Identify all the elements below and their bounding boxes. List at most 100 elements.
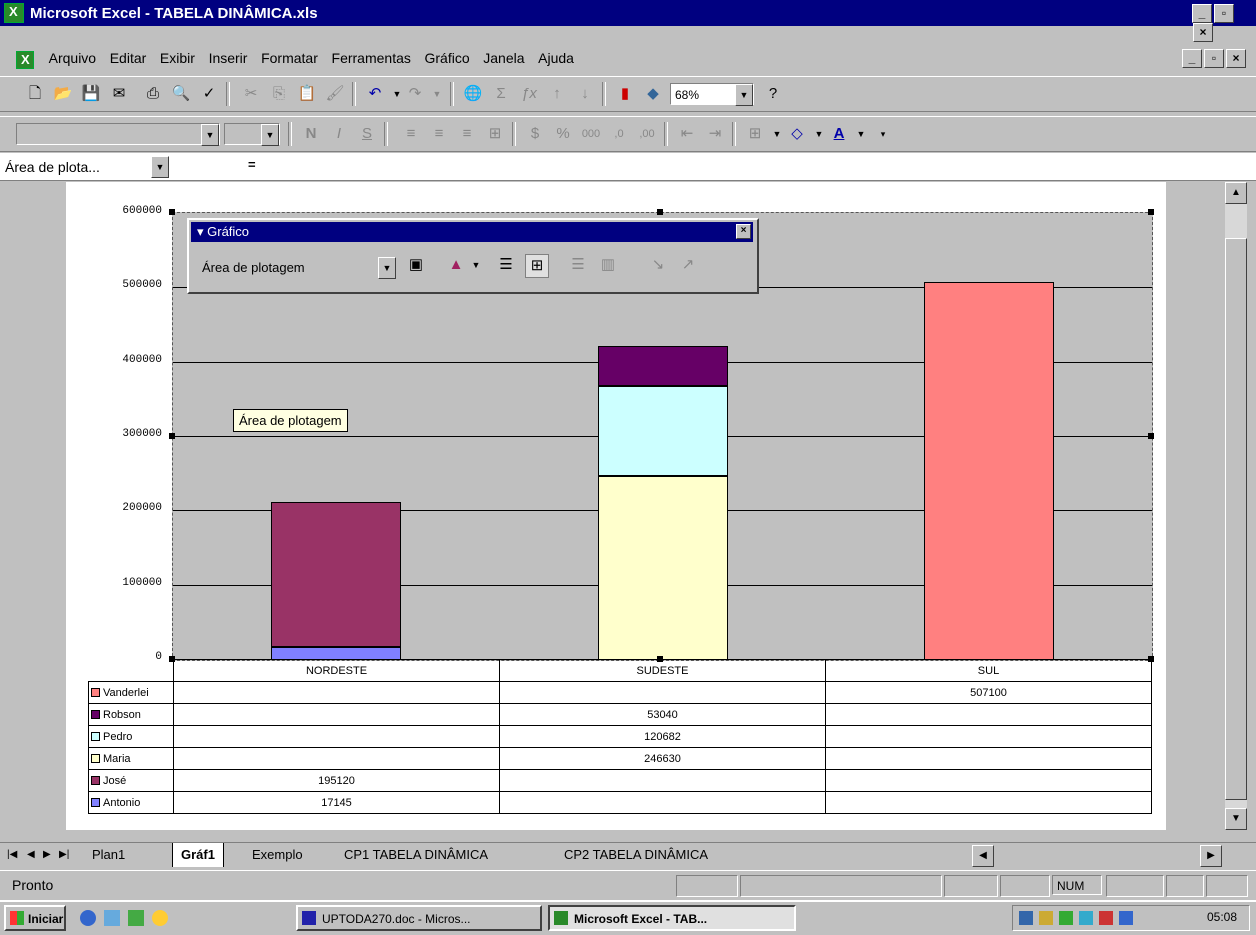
format-painter-icon[interactable]: 🖌: [324, 83, 346, 105]
selection-handle[interactable]: [169, 656, 175, 662]
selection-handle[interactable]: [1148, 656, 1154, 662]
chevron-down-icon[interactable]: ▼: [378, 257, 396, 279]
undo-icon[interactable]: ↶: [364, 83, 386, 105]
redo-icon[interactable]: ↷: [404, 83, 426, 105]
hscroll-left-icon[interactable]: ◀: [972, 845, 994, 867]
tab-plan1[interactable]: Plan1: [84, 843, 133, 867]
copy-icon[interactable]: ⎘: [268, 83, 290, 105]
first-sheet-icon[interactable]: |◀: [4, 843, 20, 867]
taskbar-item-excel[interactable]: Microsoft Excel - TAB...: [548, 905, 796, 931]
zoom-select[interactable]: 68% ▼: [670, 83, 754, 106]
cut-icon[interactable]: ✂: [240, 83, 262, 105]
taskbar-item-word[interactable]: UPTODA270.doc - Micros...: [296, 905, 542, 931]
bar-josé[interactable]: [271, 502, 401, 647]
selection-handle[interactable]: [657, 656, 663, 662]
selection-handle[interactable]: [1148, 209, 1154, 215]
next-sheet-icon[interactable]: ▶: [40, 843, 54, 867]
by-column-icon[interactable]: ▥: [597, 254, 619, 276]
help-icon[interactable]: ?: [762, 83, 784, 105]
network-icon[interactable]: [1019, 911, 1033, 925]
currency-icon[interactable]: $: [524, 123, 546, 145]
spelling-icon[interactable]: ✓: [198, 83, 220, 105]
start-button[interactable]: Iniciar: [4, 905, 66, 931]
bar-pedro[interactable]: [598, 386, 728, 476]
legend-icon[interactable]: ☰: [495, 254, 517, 276]
tray-app-icon[interactable]: [1119, 911, 1133, 925]
chart-toolbar-title[interactable]: ▾ Gráfico ×: [191, 222, 753, 242]
autosum-icon[interactable]: Σ: [490, 83, 512, 105]
selection-handle[interactable]: [169, 209, 175, 215]
scroll-thumb[interactable]: [1225, 238, 1247, 800]
increase-decimal-icon[interactable]: ,0: [608, 123, 630, 145]
print-preview-icon[interactable]: 🔍: [170, 83, 192, 105]
toolbar-menu-icon[interactable]: ▾: [197, 224, 207, 239]
last-sheet-icon[interactable]: ▶|: [56, 843, 72, 867]
align-left-icon[interactable]: ≡: [400, 123, 422, 145]
function-icon[interactable]: ƒx: [518, 83, 540, 105]
borders-icon[interactable]: ⊞: [744, 123, 766, 145]
name-box[interactable]: Área de plota... ▼: [0, 155, 170, 178]
tab-graf1[interactable]: Gráf1: [172, 843, 224, 867]
doc-restore-button[interactable]: ▫: [1204, 49, 1224, 68]
tray-app-icon[interactable]: [1059, 911, 1073, 925]
minimize-button[interactable]: _: [1192, 4, 1212, 23]
new-file-icon[interactable]: 🗋: [24, 83, 46, 105]
borders-dropdown-icon[interactable]: ▼: [766, 123, 788, 145]
excel-app-icon[interactable]: [4, 3, 24, 23]
sort-ascending-icon[interactable]: ↑: [546, 83, 568, 105]
font-size-select[interactable]: ▼: [224, 123, 280, 146]
fill-dropdown-icon[interactable]: ▼: [808, 123, 830, 145]
chart-type-icon[interactable]: ▲: [445, 254, 467, 276]
menu-formatar[interactable]: Formatar: [256, 44, 323, 72]
scroll-down-icon[interactable]: ▼: [1225, 808, 1247, 830]
maximize-button[interactable]: ▫: [1214, 4, 1234, 23]
align-right-icon[interactable]: ≡: [456, 123, 478, 145]
angle-text-down-icon[interactable]: ↘: [647, 254, 669, 276]
vertical-scrollbar[interactable]: ▲ ▼: [1225, 182, 1247, 830]
email-icon[interactable]: ✉: [108, 83, 130, 105]
sort-descending-icon[interactable]: ↓: [574, 83, 596, 105]
menu-arquivo[interactable]: Arquivo: [44, 44, 101, 72]
prev-sheet-icon[interactable]: ◀: [24, 843, 38, 867]
font-color-dropdown-icon[interactable]: ▼: [850, 123, 872, 145]
tab-exemplo[interactable]: Exemplo: [244, 843, 311, 867]
data-table-icon[interactable]: ⊞: [525, 254, 549, 278]
bar-vanderlei[interactable]: [924, 282, 1054, 660]
menu-ajuda[interactable]: Ajuda: [533, 44, 579, 72]
more-buttons-icon[interactable]: ▾: [872, 123, 894, 145]
tray-app-icon[interactable]: [1079, 911, 1093, 925]
selection-handle[interactable]: [657, 209, 663, 215]
menu-ferramentas[interactable]: Ferramentas: [327, 44, 416, 72]
menu-grafico[interactable]: Gráfico: [420, 44, 475, 72]
hscroll-right-icon[interactable]: ▶: [1200, 845, 1222, 867]
bold-icon[interactable]: N: [300, 123, 322, 145]
close-icon[interactable]: ×: [736, 224, 751, 239]
save-icon[interactable]: 💾: [80, 83, 102, 105]
formula-equals-icon[interactable]: =: [248, 157, 256, 172]
by-row-icon[interactable]: ☰: [567, 254, 589, 276]
open-folder-icon[interactable]: 📂: [52, 83, 74, 105]
decrease-indent-icon[interactable]: ⇤: [676, 123, 698, 145]
format-selected-icon[interactable]: ▣: [405, 254, 427, 276]
menu-exibir[interactable]: Exibir: [155, 44, 200, 72]
font-color-icon[interactable]: A: [828, 123, 850, 145]
chevron-down-icon[interactable]: ▼: [201, 124, 219, 146]
fill-color-icon[interactable]: ◇: [786, 123, 808, 145]
italic-icon[interactable]: I: [328, 123, 350, 145]
volume-icon[interactable]: [1039, 911, 1053, 925]
menu-editar[interactable]: Editar: [105, 44, 152, 72]
legend-entry[interactable]: José: [88, 769, 174, 792]
legend-entry[interactable]: Antonio: [88, 791, 174, 814]
workbook-icon[interactable]: [16, 50, 34, 69]
chevron-down-icon[interactable]: ▼: [151, 156, 169, 178]
increase-indent-icon[interactable]: ⇥: [704, 123, 726, 145]
underline-icon[interactable]: S: [356, 123, 378, 145]
selection-handle[interactable]: [1148, 433, 1154, 439]
chevron-down-icon[interactable]: ▼: [735, 84, 753, 106]
doc-minimize-button[interactable]: _: [1182, 49, 1202, 68]
merge-center-icon[interactable]: ⊞: [484, 123, 506, 145]
media-icon[interactable]: [152, 910, 168, 926]
ie-icon[interactable]: [80, 910, 96, 926]
legend-entry[interactable]: Robson: [88, 703, 174, 726]
paste-icon[interactable]: 📋: [296, 83, 318, 105]
